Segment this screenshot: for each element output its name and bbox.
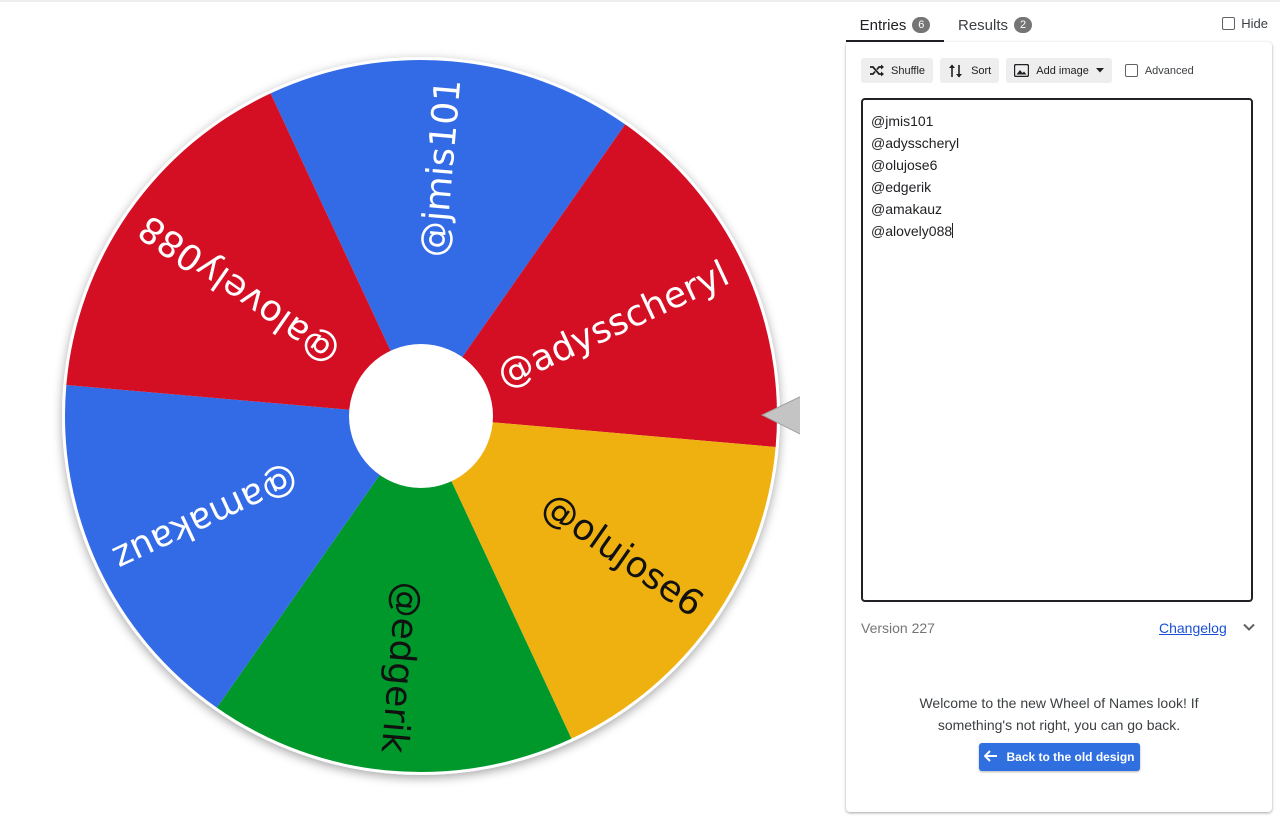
wheel[interactable]: @jmis101@adysscheryl@olujose6@edgerik@am…: [40, 40, 800, 800]
entry-line: @jmis101: [871, 113, 934, 129]
welcome-message: Welcome to the new Wheel of Names look! …: [919, 695, 1199, 733]
tab-entries[interactable]: Entries 6: [846, 10, 944, 42]
tab-entries-label: Entries: [859, 16, 907, 34]
entries-panel: Shuffle Sort Add image Advanced @jmis101…: [846, 42, 1272, 812]
entry-line: @adysscheryl: [871, 135, 960, 151]
entries-textarea[interactable]: @jmis101 @adysscheryl @olujose6 @edgerik…: [861, 98, 1253, 602]
wheel-center[interactable]: [349, 344, 493, 488]
text-caret: [952, 223, 954, 238]
expand-chevron-icon[interactable]: [1242, 620, 1256, 639]
entry-line-last: @alovely088: [871, 220, 1243, 242]
advanced-toggle[interactable]: Advanced: [1124, 64, 1194, 77]
entry-line: @alovely088: [871, 223, 953, 239]
chevron-down-icon: [1095, 68, 1104, 73]
back-to-old-design-button[interactable]: Back to the old design: [979, 743, 1140, 771]
advanced-label: Advanced: [1144, 64, 1194, 77]
entry-line: @amakauz: [871, 201, 943, 217]
sort-button[interactable]: Sort: [940, 58, 1000, 83]
panel-tabs: Entries 6 Results 2 Hide: [846, 10, 1276, 42]
wheel-container[interactable]: @jmis101 @adysscheryl @olujose6 @edgerik @am…: [40, 40, 800, 800]
top-divider: [0, 0, 1280, 2]
entry-line: @olujose6: [871, 157, 938, 173]
shuffle-icon: [869, 64, 884, 77]
add-image-label: Add image: [1036, 64, 1089, 77]
entries-toolbar: Shuffle Sort Add image Advanced: [861, 58, 1194, 83]
entry-line: @edgerik: [871, 179, 932, 195]
hide-checkbox[interactable]: [1222, 17, 1236, 30]
image-icon: [1014, 64, 1030, 77]
shuffle-button[interactable]: Shuffle: [861, 58, 934, 83]
add-image-button[interactable]: Add image: [1006, 58, 1112, 83]
back-button-label: Back to the old design: [1006, 750, 1135, 764]
shuffle-label: Shuffle: [891, 64, 926, 77]
hide-label: Hide: [1241, 16, 1268, 31]
version-text: Version 227: [861, 620, 935, 636]
entries-count-badge: 6: [912, 17, 931, 33]
changelog-link[interactable]: Changelog: [1159, 620, 1227, 636]
hide-toggle[interactable]: Hide: [1222, 16, 1268, 31]
advanced-checkbox[interactable]: [1124, 64, 1138, 77]
results-count-badge: 2: [1014, 17, 1033, 33]
tab-results-label: Results: [958, 16, 1009, 34]
tab-results[interactable]: Results 2: [958, 10, 1033, 40]
sort-icon: [948, 64, 964, 78]
arrow-left-icon: [984, 749, 998, 765]
sort-label: Sort: [971, 64, 992, 77]
